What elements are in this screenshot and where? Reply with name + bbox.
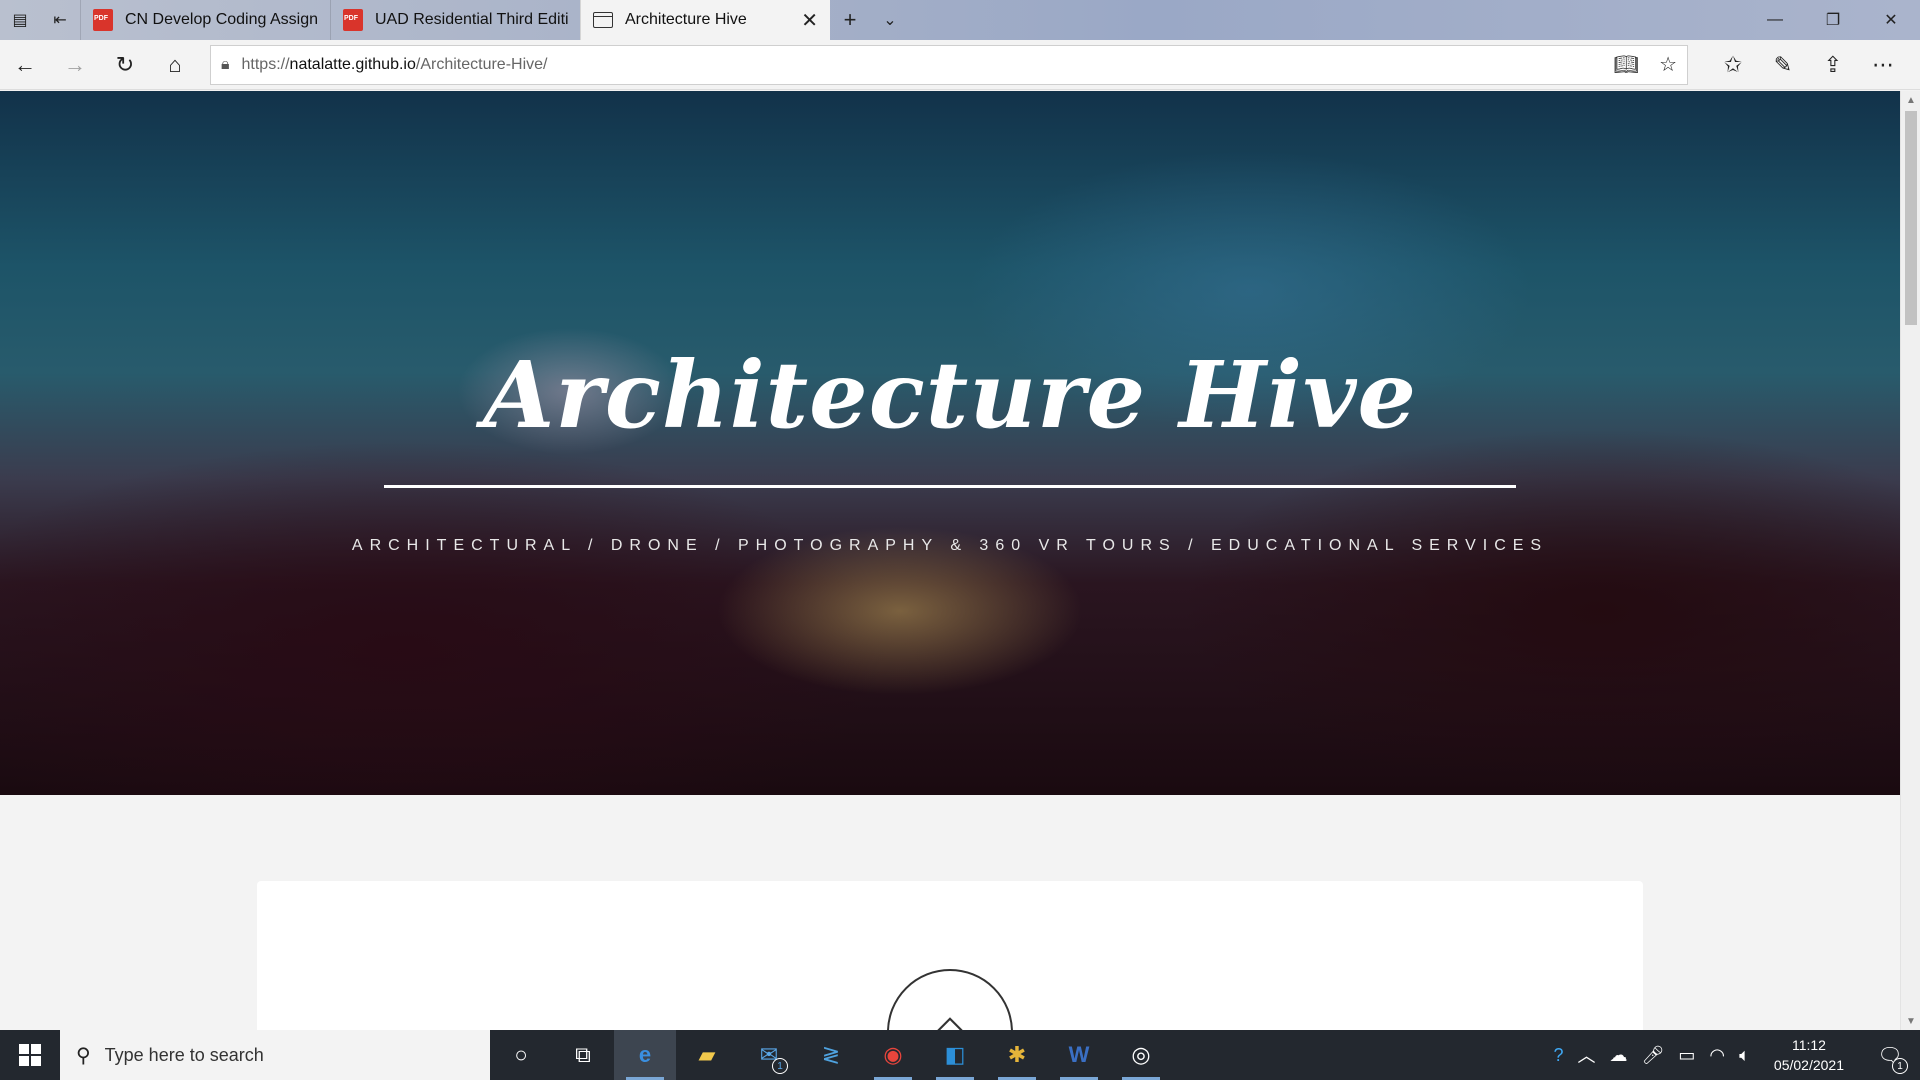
set-aside-tabs-icon[interactable]: ⇤ [40, 0, 80, 40]
cortana-icon[interactable]: ○ [490, 1030, 552, 1080]
taskbar-clock[interactable]: 11:12 05/02/2021 [1764, 1035, 1854, 1075]
windows-taskbar: ⚲ Type here to search ○ ⧉ e ▰ ✉ 1 ≷ ◉ ◧ … [0, 1030, 1920, 1080]
hero-title: Architecture Hive [482, 341, 1418, 449]
search-placeholder: Type here to search [104, 1044, 264, 1065]
content-card: ◇ [257, 881, 1643, 1030]
pdf-icon [93, 9, 113, 31]
wifi-icon[interactable]: ◠ [1709, 1045, 1725, 1066]
tab-uad-residential[interactable]: UAD Residential Third Editic [330, 0, 580, 40]
hero-divider [384, 485, 1516, 488]
system-tray: ? ︿ ☁ 🎤︎ ▭ ◠ 🔈︎ 11:12 05/02/2021 🗨︎ 1 [1554, 1030, 1920, 1080]
vscode-icon[interactable]: ◧ [924, 1030, 986, 1080]
pdf-icon [343, 9, 363, 31]
taskbar-search[interactable]: ⚲ Type here to search [60, 1030, 490, 1080]
diamond-icon: ◇ [887, 969, 1013, 1030]
chevron-down-icon[interactable]: ⌄ [870, 0, 910, 40]
reading-view-icon[interactable]: 📖︎ [1614, 52, 1639, 77]
hero-subtitle: ARCHITECTURAL / DRONE / PHOTOGRAPHY & 36… [351, 537, 1549, 554]
close-tab-icon[interactable]: ✕ [801, 8, 818, 33]
clock-date: 05/02/2021 [1773, 1057, 1844, 1073]
page-viewport: Architecture Hive ARCHITECTURAL / DRONE … [0, 91, 1900, 1030]
tab-cn-develop[interactable]: CN Develop Coding Assignr [80, 0, 330, 40]
onedrive-icon[interactable]: ☁ [1610, 1045, 1628, 1066]
mail-icon[interactable]: ✉ 1 [738, 1030, 800, 1080]
page-icon [593, 12, 613, 28]
favorites-icon[interactable]: ✩ [1708, 40, 1758, 90]
tab-label: Architecture Hive [625, 11, 747, 28]
back-button[interactable]: ← [0, 40, 50, 90]
page-scrollbar[interactable]: ▲ ▼ [1900, 91, 1920, 1030]
more-options-icon[interactable]: ⋯ [1858, 40, 1908, 90]
url-prefix: https:// [241, 55, 290, 73]
url-path: /Architecture-Hive/ [415, 55, 548, 73]
new-tab-button[interactable]: + [830, 0, 870, 40]
search-icon: ⚲ [76, 1044, 91, 1067]
hero-banner: Architecture Hive ARCHITECTURAL / DRONE … [0, 91, 1900, 795]
visual-studio-installer-icon[interactable]: ≷ [800, 1030, 862, 1080]
task-view-icon[interactable]: ⧉ [552, 1030, 614, 1080]
edge-icon[interactable]: e [614, 1030, 676, 1080]
slack-icon[interactable]: ✱ [986, 1030, 1048, 1080]
word-icon[interactable]: W [1048, 1030, 1110, 1080]
pen-notes-icon[interactable]: ✎ [1758, 40, 1808, 90]
scroll-down-arrow[interactable]: ▼ [1901, 1012, 1920, 1030]
action-center-icon[interactable]: 🗨︎ 1 [1868, 1030, 1912, 1080]
address-bar[interactable]: 🔒︎ https://natalatte.github.io/Architect… [210, 44, 1688, 85]
start-button[interactable] [0, 1030, 60, 1080]
scroll-thumb[interactable] [1905, 111, 1917, 325]
url-text[interactable]: https://natalatte.github.io/Architecture… [242, 56, 1602, 74]
browser-toolbar: ← → ↻ ⌂ 🔒︎ https://natalatte.github.io/A… [0, 40, 1920, 90]
battery-icon[interactable]: ▭ [1678, 1045, 1695, 1066]
home-button[interactable]: ⌂ [150, 40, 200, 90]
obs-icon[interactable]: ◎ [1110, 1030, 1172, 1080]
close-window-button[interactable]: ✕ [1862, 0, 1920, 40]
clock-time: 11:12 [1791, 1037, 1826, 1053]
tab-label: UAD Residential Third Editic [375, 11, 568, 28]
forward-button[interactable]: → [50, 40, 100, 90]
window-controls: — ❐ ✕ [1746, 0, 1920, 40]
windows-logo-icon [19, 1044, 41, 1066]
favorite-star-icon[interactable]: ☆ [1659, 52, 1677, 77]
mail-badge: 1 [772, 1058, 788, 1074]
chevron-up-icon[interactable]: ︿ [1578, 1042, 1596, 1068]
microphone-icon[interactable]: 🎤︎ [1642, 1045, 1665, 1066]
tab-actions-icon[interactable]: ▤ [0, 0, 40, 40]
tab-label: CN Develop Coding Assignr [125, 11, 318, 28]
help-icon[interactable]: ? [1554, 1045, 1564, 1066]
volume-icon[interactable]: 🔈︎ [1739, 1045, 1750, 1066]
tab-architecture-hive[interactable]: Architecture Hive ✕ [580, 0, 830, 40]
scroll-up-arrow[interactable]: ▲ [1901, 91, 1920, 109]
browser-tab-bar: ▤ ⇤ CN Develop Coding Assignr UAD Reside… [0, 0, 1920, 40]
url-host: natalatte.github.io [289, 55, 416, 73]
notification-badge: 1 [1892, 1058, 1908, 1074]
file-explorer-icon[interactable]: ▰ [676, 1030, 738, 1080]
restore-button[interactable]: ❐ [1804, 0, 1862, 40]
refresh-button[interactable]: ↻ [100, 40, 150, 90]
minimize-button[interactable]: — [1746, 0, 1804, 40]
chrome-icon[interactable]: ◉ [862, 1030, 924, 1080]
share-icon[interactable]: ⇪ [1808, 40, 1858, 90]
lock-icon: 🔒︎ [221, 55, 230, 73]
